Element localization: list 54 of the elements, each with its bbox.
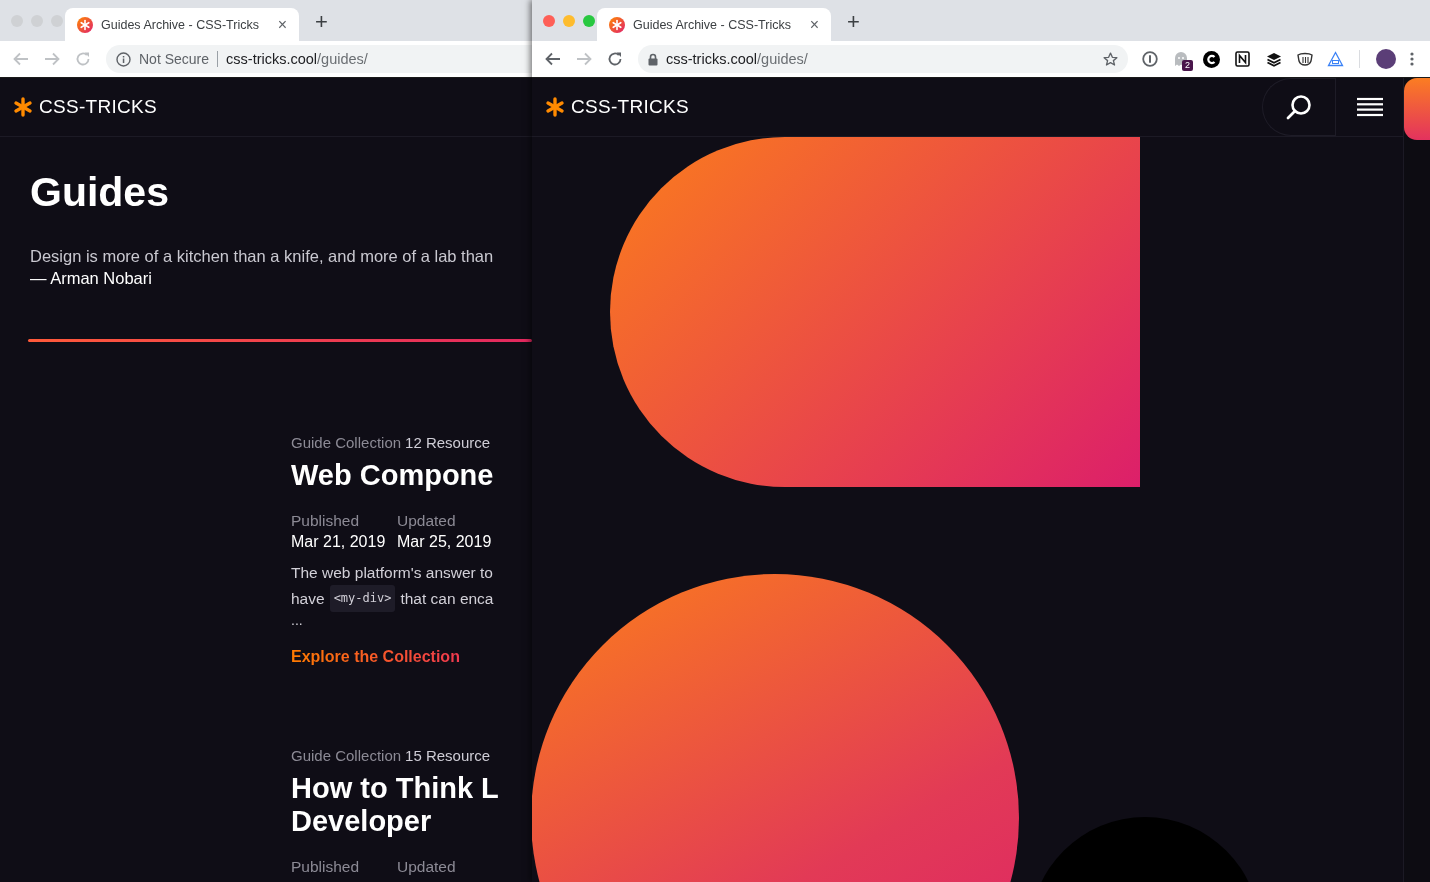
inline-code: <my-div>: [329, 585, 396, 612]
published-label: Published: [291, 857, 361, 877]
guide-type-label: Guide Collection: [291, 433, 402, 453]
more-menu-icon[interactable]: [1410, 52, 1414, 66]
url-text: css-tricks.cool/guides/: [226, 51, 369, 67]
favicon-icon: [609, 16, 625, 33]
published-date: Mar 21, 2019: [291, 532, 387, 552]
tab-close-button[interactable]: ×: [277, 15, 287, 34]
url-text: css-tricks.cool/guides/: [666, 51, 809, 67]
arc-circle-icon[interactable]: [1203, 50, 1220, 68]
info-icon[interactable]: [1141, 51, 1158, 67]
excerpt-ellipsis: ...: [291, 612, 304, 628]
resource-count: 15 Resource: [405, 746, 491, 766]
site-logo-text[interactable]: CSS-TRICKS: [39, 96, 158, 118]
updated-label: Updated: [397, 857, 457, 877]
square-zigzag-icon[interactable]: [1235, 51, 1250, 67]
excerpt-text: that can enca: [400, 589, 494, 609]
tab-close-button[interactable]: ×: [809, 15, 819, 34]
notification-badge: 2: [1182, 60, 1193, 71]
star-icon[interactable]: [1103, 51, 1118, 67]
avatar[interactable]: [1376, 49, 1396, 69]
info-icon[interactable]: [116, 51, 131, 67]
browser-tab[interactable]: Guides Archive - CSS-Tricks ×: [597, 8, 831, 41]
back-arrow-icon[interactable]: [544, 52, 561, 66]
triangle-icon[interactable]: [1327, 51, 1344, 67]
browser-tab[interactable]: Guides Archive - CSS-Tricks ×: [65, 8, 299, 41]
layers-icon[interactable]: [1265, 51, 1282, 67]
guide-type-label: Guide Collection: [291, 746, 402, 766]
resource-count: 12 Resource: [405, 433, 491, 453]
scrollbar-thumb[interactable]: [1404, 78, 1430, 140]
updated-date: Mar 25, 2019: [397, 532, 493, 552]
site-logo-text[interactable]: CSS-TRICKS: [571, 96, 690, 118]
excerpt-text: have: [291, 589, 325, 609]
published-label: Published: [291, 511, 361, 531]
asterisk-logo-icon: [545, 97, 565, 117]
new-tab-button[interactable]: +: [299, 9, 328, 41]
excerpt-text: The web platform's answer to: [291, 563, 493, 583]
search-icon: [1286, 94, 1312, 120]
guide-title[interactable]: How to Think L Developer: [291, 772, 532, 838]
reload-icon[interactable]: [606, 51, 623, 67]
menu-icon: [1356, 97, 1383, 117]
quote-text: Design is more of a kitchen than a knife, and more of a lab than: [30, 246, 495, 267]
address-bar[interactable]: css-tricks.cool/guides/: [638, 45, 1128, 73]
quote-author: — Arman Nobari: [30, 268, 153, 289]
asterisk-logo-icon: [13, 97, 33, 117]
new-tab-button[interactable]: +: [831, 9, 860, 41]
page-heading: Guides: [30, 168, 170, 217]
updated-label: Updated: [397, 511, 457, 531]
hand-icon[interactable]: [1295, 52, 1314, 66]
favicon-icon: [77, 16, 93, 33]
explore-link[interactable]: Explore the Collection: [291, 648, 460, 666]
address-bar[interactable]: Not Secure css-tricks.cool/guides/: [106, 45, 532, 73]
security-label: Not Secure: [139, 51, 210, 67]
guide-title[interactable]: Web Compone: [291, 459, 532, 492]
